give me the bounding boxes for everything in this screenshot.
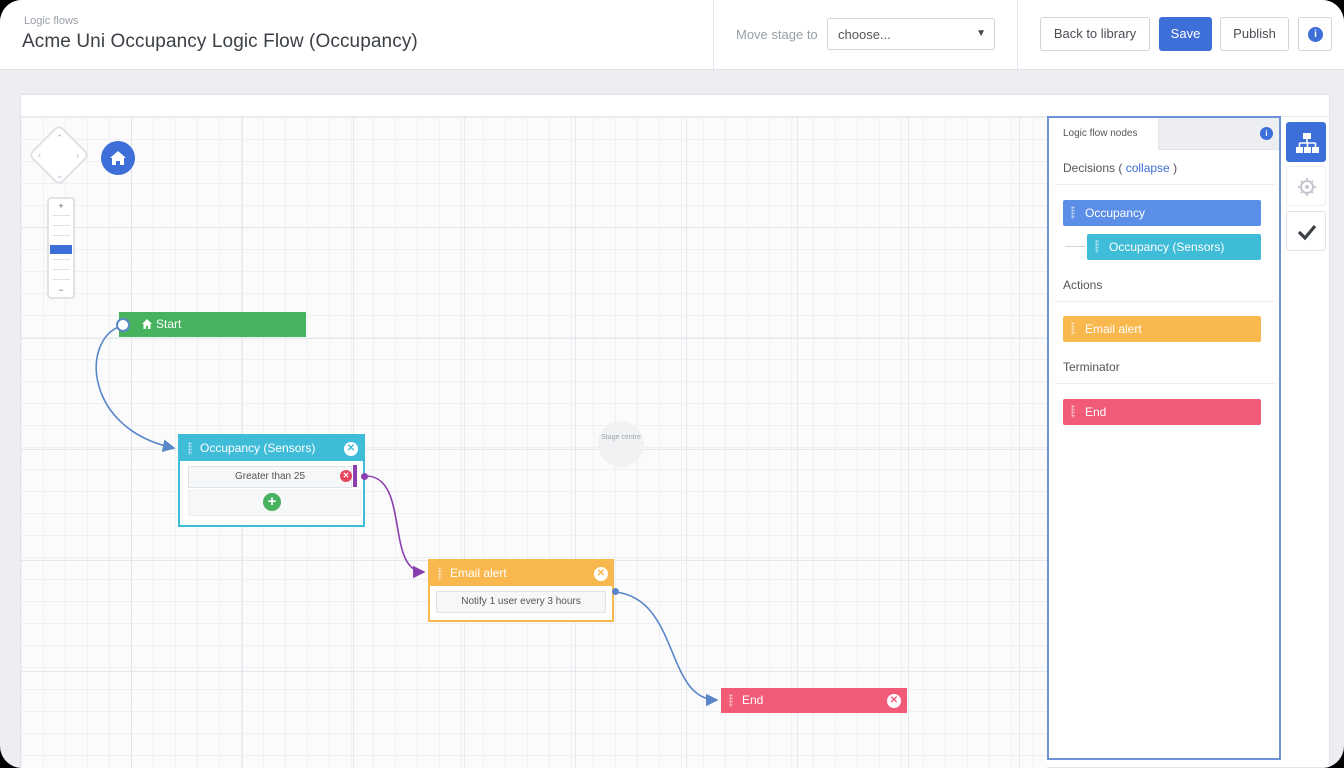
end-node[interactable]: End ✕: [721, 688, 907, 713]
decision-node-header[interactable]: Occupancy (Sensors) ✕: [180, 436, 363, 461]
divider: [1055, 301, 1275, 302]
pan-up-icon[interactable]: ⌃: [56, 133, 64, 144]
action-node-label: Email alert: [450, 566, 507, 580]
start-node-label: Start: [156, 317, 182, 331]
info-icon: i: [1308, 27, 1323, 42]
hierarchy-icon: [1296, 133, 1319, 153]
drag-handle-icon[interactable]: [188, 442, 192, 455]
info-button[interactable]: i: [1298, 17, 1332, 51]
move-stage-label: Move stage to: [736, 27, 818, 42]
drag-handle-icon[interactable]: [438, 567, 442, 580]
action-output-port[interactable]: [612, 588, 619, 595]
canvas-grid-major: [21, 117, 1047, 768]
home-icon: [110, 151, 126, 165]
close-icon[interactable]: ✕: [594, 567, 608, 581]
zoom-tick: [52, 279, 70, 280]
tree-connector: [1065, 246, 1085, 247]
breadcrumb[interactable]: Logic flows: [24, 15, 78, 27]
terminator-heading: Terminator: [1063, 360, 1120, 374]
decisions-heading: Decisions ( collapse ): [1063, 161, 1177, 175]
collapse-link[interactable]: collapse: [1126, 161, 1170, 175]
pan-down-icon[interactable]: ⌄: [56, 170, 64, 181]
drag-handle-icon[interactable]: [1071, 405, 1075, 418]
node-palette: Logic flow nodes i Decisions ( collapse …: [1047, 116, 1281, 760]
stage-centre-marker: Stage centre: [598, 421, 644, 467]
palette-item-email-alert[interactable]: Email alert: [1063, 316, 1261, 342]
drag-handle-icon[interactable]: [1071, 322, 1075, 335]
zoom-tick: [52, 259, 70, 260]
validate-button[interactable]: [1286, 211, 1326, 251]
settings-panel-button[interactable]: [1286, 166, 1326, 206]
palette-item-label: Email alert: [1085, 322, 1142, 336]
decision-output-port[interactable]: [361, 473, 368, 480]
back-to-library-button[interactable]: Back to library: [1040, 17, 1150, 51]
close-icon[interactable]: ✕: [887, 694, 901, 708]
decision-rule[interactable]: Greater than 25: [188, 466, 352, 488]
pan-left-icon[interactable]: ‹: [38, 150, 41, 160]
zoom-in-icon[interactable]: +: [49, 201, 73, 211]
divider: [1055, 383, 1275, 384]
canvas-top-bar: [21, 95, 1329, 117]
zoom-tick: [52, 215, 70, 216]
header-bar: Logic flows Acme Uni Occupancy Logic Flo…: [0, 0, 1344, 70]
zoom-out-icon[interactable]: −: [49, 285, 73, 295]
remove-rule-icon[interactable]: ✕: [340, 470, 352, 482]
nodes-panel-button[interactable]: [1286, 122, 1326, 162]
decision-node[interactable]: Occupancy (Sensors) ✕ Greater than 25 ✕ …: [178, 434, 365, 527]
actions-heading: Actions: [1063, 278, 1103, 292]
info-icon[interactable]: i: [1260, 127, 1273, 140]
move-stage-select[interactable]: choose... ▼: [827, 18, 995, 50]
save-button[interactable]: Save: [1159, 17, 1212, 51]
palette-item-label: End: [1085, 405, 1107, 419]
zoom-tick: [52, 225, 70, 226]
tab-logic-flow-nodes[interactable]: Logic flow nodes: [1049, 118, 1159, 150]
pan-right-icon[interactable]: ›: [76, 150, 79, 160]
page-title: Acme Uni Occupancy Logic Flow (Occupancy…: [22, 31, 418, 52]
drag-handle-icon[interactable]: [1071, 206, 1075, 219]
check-icon: [1297, 224, 1317, 241]
decision-node-label: Occupancy (Sensors): [200, 441, 316, 455]
start-node[interactable]: Start: [119, 312, 306, 337]
palette-item-end[interactable]: End: [1063, 399, 1261, 425]
home-button[interactable]: [101, 141, 135, 175]
move-stage-value: choose...: [838, 27, 891, 42]
zoom-slider[interactable]: + −: [47, 197, 75, 299]
close-icon[interactable]: ✕: [344, 442, 358, 456]
decisions-label: Decisions (: [1063, 161, 1123, 175]
header-divider: [1017, 0, 1018, 70]
start-output-port[interactable]: [116, 318, 130, 332]
end-node-label: End: [742, 693, 764, 707]
palette-item-label: Occupancy (Sensors): [1109, 240, 1225, 254]
drag-handle-icon[interactable]: [729, 694, 733, 707]
publish-button[interactable]: Publish: [1220, 17, 1289, 51]
home-icon: [142, 319, 152, 329]
add-icon[interactable]: +: [263, 493, 281, 511]
divider: [1055, 184, 1275, 185]
palette-item-occupancy-sensors[interactable]: Occupancy (Sensors): [1087, 234, 1261, 260]
palette-item-label: Occupancy: [1085, 206, 1146, 220]
zoom-tick: [52, 269, 70, 270]
header-divider: [713, 0, 714, 70]
action-node-header[interactable]: Email alert ✕: [430, 561, 612, 586]
drag-handle-icon[interactable]: [1095, 240, 1099, 253]
zoom-tick: [52, 235, 70, 236]
gear-icon: [1298, 178, 1316, 196]
chevron-down-icon: ▼: [976, 28, 986, 39]
palette-item-occupancy[interactable]: Occupancy: [1063, 200, 1261, 226]
action-node[interactable]: Email alert ✕ Notify 1 user every 3 hour…: [428, 559, 614, 622]
app-frame: Logic flows Acme Uni Occupancy Logic Flo…: [0, 0, 1344, 768]
decision-output-bar: [353, 465, 357, 487]
action-rule[interactable]: Notify 1 user every 3 hours: [436, 591, 606, 613]
zoom-thumb[interactable]: [50, 245, 72, 254]
decisions-close-paren: ): [1173, 161, 1178, 175]
